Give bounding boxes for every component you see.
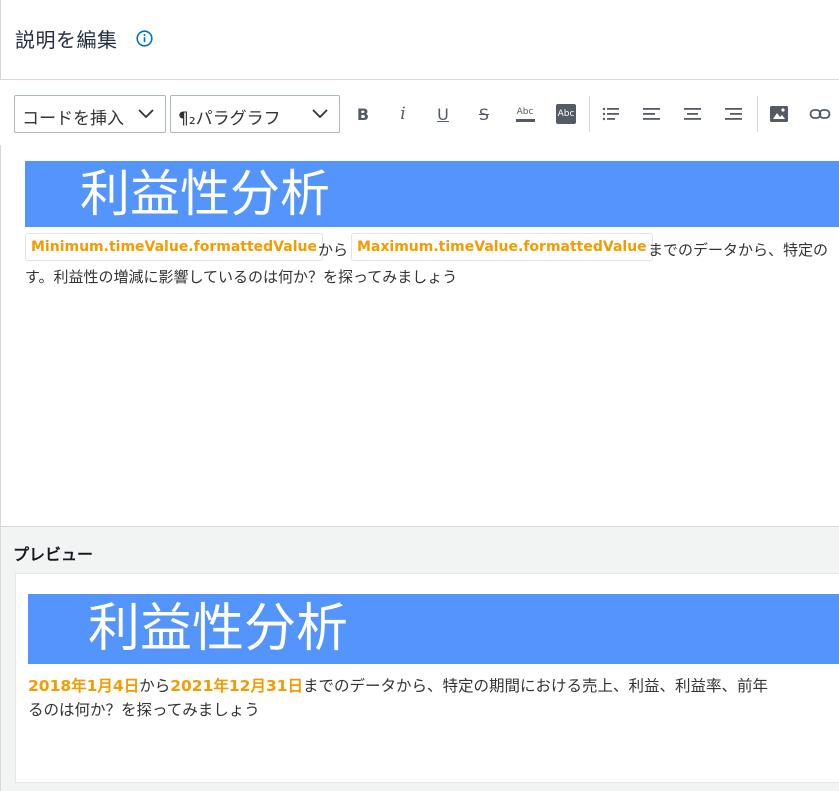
editor-text-line1: までのデータから、特定の [648,241,829,259]
editor-heading-banner: 利益性分析 [25,161,839,227]
toolbar-divider [757,96,758,132]
text-color-bar [515,118,535,122]
preview-text-rest: までのデータから、特定の期間における売上、利益、利益率、前年 [303,677,769,695]
edit-description-header: 説明を編集 [0,0,839,80]
preview-title: プレビュー [13,545,94,564]
strikethrough-button[interactable]: S [469,99,499,129]
text-color-button[interactable]: Abc [510,99,540,129]
editor-toolbar: コードを挿入 ¶₂パラグラフ B i U S Abc Abc [0,82,839,144]
editor-text-line2: す。利益性の増減に影響しているのは何か？を探ってみましょう [25,268,458,286]
highlight-button[interactable]: Abc [551,99,581,129]
align-right-icon [725,108,742,120]
description-editor[interactable]: 利益性分析 Minimum.timeValue.formattedValue か… [0,145,839,527]
highlight-icon: Abc [556,104,576,124]
preview-start-date: 2018年1月4日 [28,677,140,695]
preview-text-line2: るのは何か？を探ってみましょう [28,701,260,719]
preview-section: プレビュー 利益性分析 2018年1月4日から2021年12月31日までのデータ… [0,527,839,791]
align-right-button[interactable] [719,99,749,129]
chevron-down-icon [138,109,154,119]
insert-image-button[interactable] [764,99,794,129]
page-title: 説明を編集 [15,28,118,52]
preview-heading-banner: 利益性分析 [28,594,839,664]
info-icon[interactable] [136,30,153,47]
toolbar-divider [589,96,590,132]
underline-icon: U [437,104,449,124]
image-icon [770,106,788,122]
italic-button[interactable]: i [388,99,418,129]
preview-text-line1: 2018年1月4日から2021年12月31日までのデータから、特定の期間における… [28,674,768,696]
bulleted-list-button[interactable] [596,99,626,129]
bold-icon: B [356,104,370,124]
bulleted-list-icon [602,107,619,121]
align-left-icon [643,108,660,120]
paragraph-style-label: ¶₂パラグラフ [178,109,281,129]
insert-code-label: コードを挿入 [22,109,124,129]
align-left-button[interactable] [637,99,667,129]
align-center-button[interactable] [678,99,708,129]
link-icon [809,109,831,119]
text-color-glyph: Abc [516,106,534,117]
preview-text-from: から [139,677,171,695]
min-date-parameter-chip[interactable]: Minimum.timeValue.formattedValue [25,233,323,261]
text-color-icon: Abc [515,106,535,122]
italic-icon: i [400,104,406,124]
editor-text-from: から [318,241,349,259]
preview-heading: 利益性分析 [88,599,349,659]
insert-code-select[interactable]: コードを挿入 [14,95,166,133]
strikethrough-icon: S [478,104,490,124]
editor-heading: 利益性分析 [80,165,330,223]
bold-button[interactable]: B [348,99,378,129]
underline-button[interactable]: U [428,99,458,129]
max-date-parameter-chip[interactable]: Maximum.timeValue.formattedValue [351,233,653,261]
align-center-icon [684,108,701,120]
highlight-glyph: Abc [557,109,575,119]
preview-end-date: 2021年12月31日 [170,677,304,695]
chevron-down-icon [312,109,328,119]
insert-link-button[interactable] [805,99,835,129]
preview-box: 利益性分析 2018年1月4日から2021年12月31日までのデータから、特定の… [15,573,839,783]
paragraph-style-select[interactable]: ¶₂パラグラフ [170,95,340,133]
